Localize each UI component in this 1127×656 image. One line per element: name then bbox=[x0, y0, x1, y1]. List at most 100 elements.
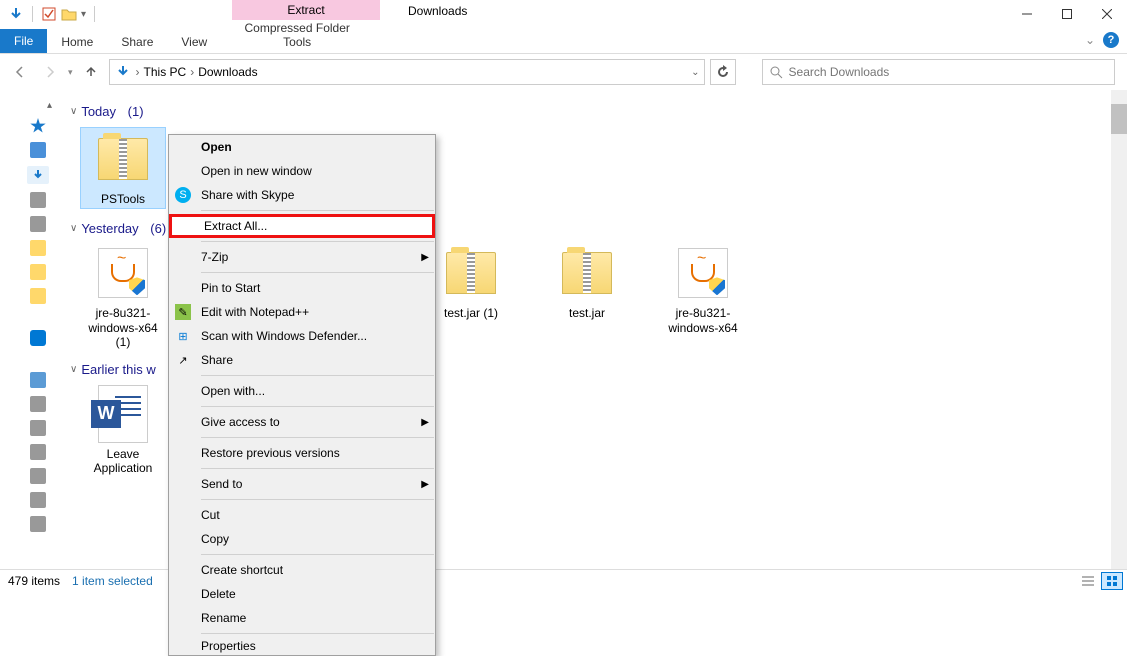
menu-edit-notepad[interactable]: ✎Edit with Notepad++ bbox=[169, 300, 435, 324]
title-bar: ▾ Extract Downloads bbox=[0, 0, 1127, 28]
nav-item[interactable] bbox=[30, 396, 46, 412]
java-exe-icon bbox=[678, 248, 728, 298]
chevron-down-icon[interactable]: ∨ bbox=[70, 364, 77, 375]
menu-create-shortcut[interactable]: Create shortcut bbox=[169, 558, 435, 582]
history-dropdown-icon[interactable]: ▾ bbox=[68, 67, 73, 78]
status-selected-count: 1 item selected bbox=[72, 574, 153, 588]
menu-7zip[interactable]: 7-Zip▶ bbox=[169, 245, 435, 269]
zip-folder-icon bbox=[98, 138, 148, 180]
back-button[interactable] bbox=[8, 60, 32, 84]
nav-item[interactable] bbox=[30, 516, 46, 532]
breadcrumb-this-pc[interactable]: This PC bbox=[144, 65, 187, 79]
menu-copy[interactable]: Copy bbox=[169, 527, 435, 551]
menu-open-with[interactable]: Open with... bbox=[169, 379, 435, 403]
up-button[interactable] bbox=[79, 60, 103, 84]
file-pstools[interactable]: PSTools bbox=[80, 127, 166, 209]
word-doc-icon bbox=[98, 385, 148, 443]
help-icon[interactable]: ? bbox=[1103, 32, 1119, 48]
group-today[interactable]: ∨ Today (1) bbox=[70, 104, 1119, 119]
maximize-button[interactable] bbox=[1047, 0, 1087, 28]
nav-item[interactable] bbox=[30, 142, 46, 158]
file-jre-1[interactable]: jre-8u321-windows-x64 (1) bbox=[80, 244, 166, 349]
menu-scan-defender[interactable]: ⊞Scan with Windows Defender... bbox=[169, 324, 435, 348]
chevron-down-icon[interactable]: ∨ bbox=[70, 106, 77, 117]
nav-item[interactable] bbox=[30, 420, 46, 436]
file-jre-2[interactable]: jre-8u321-windows-x64 bbox=[660, 244, 746, 349]
submenu-arrow-icon: ▶ bbox=[421, 417, 429, 428]
defender-icon: ⊞ bbox=[175, 328, 191, 344]
nav-onedrive[interactable] bbox=[30, 330, 46, 346]
search-box[interactable] bbox=[762, 59, 1115, 85]
folder-down-icon bbox=[8, 6, 24, 22]
tab-home[interactable]: Home bbox=[47, 31, 107, 53]
menu-pin-start[interactable]: Pin to Start bbox=[169, 276, 435, 300]
menu-send-to[interactable]: Send to▶ bbox=[169, 472, 435, 496]
menu-rename[interactable]: Rename bbox=[169, 606, 435, 630]
address-bar[interactable]: › This PC › Downloads ⌄ bbox=[109, 59, 705, 85]
submenu-arrow-icon: ▶ bbox=[421, 479, 429, 490]
menu-restore-previous[interactable]: Restore previous versions bbox=[169, 441, 435, 465]
notepadpp-icon: ✎ bbox=[175, 304, 191, 320]
nav-item[interactable] bbox=[30, 240, 46, 256]
ribbon-expand-icon[interactable]: ⌄ bbox=[1085, 33, 1095, 47]
submenu-arrow-icon: ▶ bbox=[421, 252, 429, 263]
nav-item[interactable] bbox=[30, 468, 46, 484]
search-icon bbox=[769, 65, 783, 79]
window-title: Downloads bbox=[408, 4, 467, 18]
address-bar-row: ▾ › This PC › Downloads ⌄ bbox=[0, 54, 1127, 90]
navigation-pane[interactable]: ▴ bbox=[0, 90, 58, 569]
menu-share[interactable]: ↗Share bbox=[169, 348, 435, 372]
nav-this-pc[interactable] bbox=[30, 372, 46, 388]
icons-view-button[interactable] bbox=[1101, 572, 1123, 590]
nav-item[interactable] bbox=[30, 492, 46, 508]
menu-extract-all[interactable]: Extract All... bbox=[169, 214, 435, 238]
nav-downloads[interactable] bbox=[27, 166, 49, 184]
minimize-button[interactable] bbox=[1007, 0, 1047, 28]
menu-share-skype[interactable]: SShare with Skype bbox=[169, 183, 435, 207]
status-item-count: 479 items bbox=[8, 574, 60, 588]
file-testjar[interactable]: test.jar bbox=[544, 244, 630, 349]
details-view-button[interactable] bbox=[1077, 572, 1099, 590]
nav-item[interactable] bbox=[30, 288, 46, 304]
zip-folder-icon bbox=[446, 252, 496, 294]
refresh-button[interactable] bbox=[710, 59, 736, 85]
file-leave-application[interactable]: Leave Application bbox=[80, 385, 166, 476]
qat-dropdown-icon[interactable]: ▾ bbox=[81, 9, 86, 20]
tab-compressed-folder-tools[interactable]: Compressed Folder Tools bbox=[223, 17, 371, 53]
menu-delete[interactable]: Delete bbox=[169, 582, 435, 606]
downloads-folder-icon bbox=[114, 63, 132, 81]
chevron-down-icon[interactable]: ∨ bbox=[70, 223, 77, 234]
menu-cut[interactable]: Cut bbox=[169, 503, 435, 527]
vertical-scrollbar[interactable] bbox=[1111, 90, 1127, 569]
nav-item[interactable] bbox=[30, 264, 46, 280]
nav-item[interactable] bbox=[30, 216, 46, 232]
menu-properties[interactable]: Properties bbox=[169, 637, 435, 655]
nav-quick-access[interactable] bbox=[30, 118, 46, 134]
tab-share[interactable]: Share bbox=[107, 31, 167, 53]
close-button[interactable] bbox=[1087, 0, 1127, 28]
scroll-up-icon[interactable]: ▴ bbox=[47, 100, 52, 111]
zip-folder-icon bbox=[562, 252, 612, 294]
file-testjar-1[interactable]: test.jar (1) bbox=[428, 244, 514, 349]
qat-properties-icon[interactable] bbox=[41, 6, 57, 22]
chevron-right-icon[interactable]: › bbox=[136, 65, 140, 79]
search-input[interactable] bbox=[789, 65, 1108, 79]
tab-view[interactable]: View bbox=[167, 31, 221, 53]
nav-item[interactable] bbox=[30, 192, 46, 208]
skype-icon: S bbox=[175, 187, 191, 203]
menu-give-access[interactable]: Give access to▶ bbox=[169, 410, 435, 434]
scrollbar-thumb[interactable] bbox=[1111, 104, 1127, 134]
ribbon-tabs: File Home Share View Compressed Folder T… bbox=[0, 28, 1127, 54]
java-exe-icon bbox=[98, 248, 148, 298]
tab-file[interactable]: File bbox=[0, 29, 47, 53]
menu-open-new-window[interactable]: Open in new window bbox=[169, 159, 435, 183]
share-icon: ↗ bbox=[175, 352, 191, 368]
chevron-right-icon[interactable]: › bbox=[190, 65, 194, 79]
folder-icon bbox=[61, 6, 77, 22]
forward-button[interactable] bbox=[38, 60, 62, 84]
address-dropdown-icon[interactable]: ⌄ bbox=[691, 67, 699, 78]
nav-item[interactable] bbox=[30, 444, 46, 460]
context-menu: Open Open in new window SShare with Skyp… bbox=[168, 134, 436, 656]
menu-open[interactable]: Open bbox=[169, 135, 435, 159]
breadcrumb-downloads[interactable]: Downloads bbox=[198, 65, 257, 79]
